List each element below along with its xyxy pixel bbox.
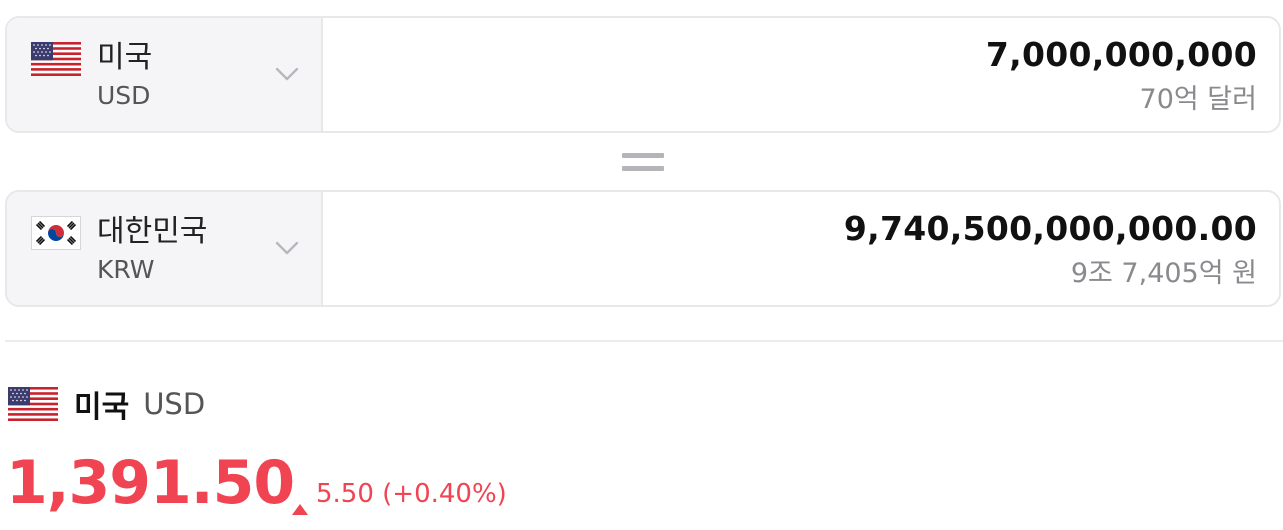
kr-flag-icon bbox=[31, 216, 81, 250]
to-currency-name: 대한민국 bbox=[97, 214, 208, 249]
to-currency-selector[interactable]: 대한민국 KRW bbox=[7, 192, 323, 305]
to-currency-row: 대한민국 KRW 9,740,500,000,000.00 9조 7,405억 … bbox=[5, 190, 1281, 307]
rate-change: 5.50 (+0.40%) bbox=[292, 476, 507, 515]
us-flag-icon bbox=[31, 42, 81, 76]
to-amount-value: 9,740,500,000,000.00 bbox=[843, 209, 1257, 248]
chevron-down-icon bbox=[273, 238, 301, 258]
from-amount-value: 7,000,000,000 bbox=[985, 35, 1257, 74]
equals-icon bbox=[622, 152, 664, 172]
from-amount-input[interactable]: 7,000,000,000 70억 달러 bbox=[323, 18, 1279, 131]
us-flag-icon bbox=[8, 387, 58, 421]
from-currency-name: 미국 bbox=[97, 40, 153, 75]
to-currency-code: KRW bbox=[97, 255, 155, 284]
exchange-rate-value: 1,391.50 bbox=[6, 448, 295, 518]
rate-currency-name: 미국 bbox=[74, 390, 130, 425]
from-currency-row: 미국 USD 7,000,000,000 70억 달러 bbox=[5, 16, 1281, 133]
section-divider bbox=[5, 340, 1283, 342]
rate-change-text: 5.50 (+0.40%) bbox=[316, 479, 507, 509]
to-amount-words: 9조 7,405억 원 bbox=[1070, 258, 1257, 289]
rate-header: 미국 USD bbox=[8, 382, 205, 426]
from-currency-code: USD bbox=[97, 81, 151, 110]
to-amount-output[interactable]: 9,740,500,000,000.00 9조 7,405억 원 bbox=[323, 192, 1279, 305]
rate-currency-code: USD bbox=[143, 387, 206, 421]
from-amount-words: 70억 달러 bbox=[1139, 84, 1257, 115]
up-triangle-icon bbox=[292, 489, 308, 515]
from-currency-selector[interactable]: 미국 USD bbox=[7, 18, 323, 131]
chevron-down-icon bbox=[273, 64, 301, 84]
